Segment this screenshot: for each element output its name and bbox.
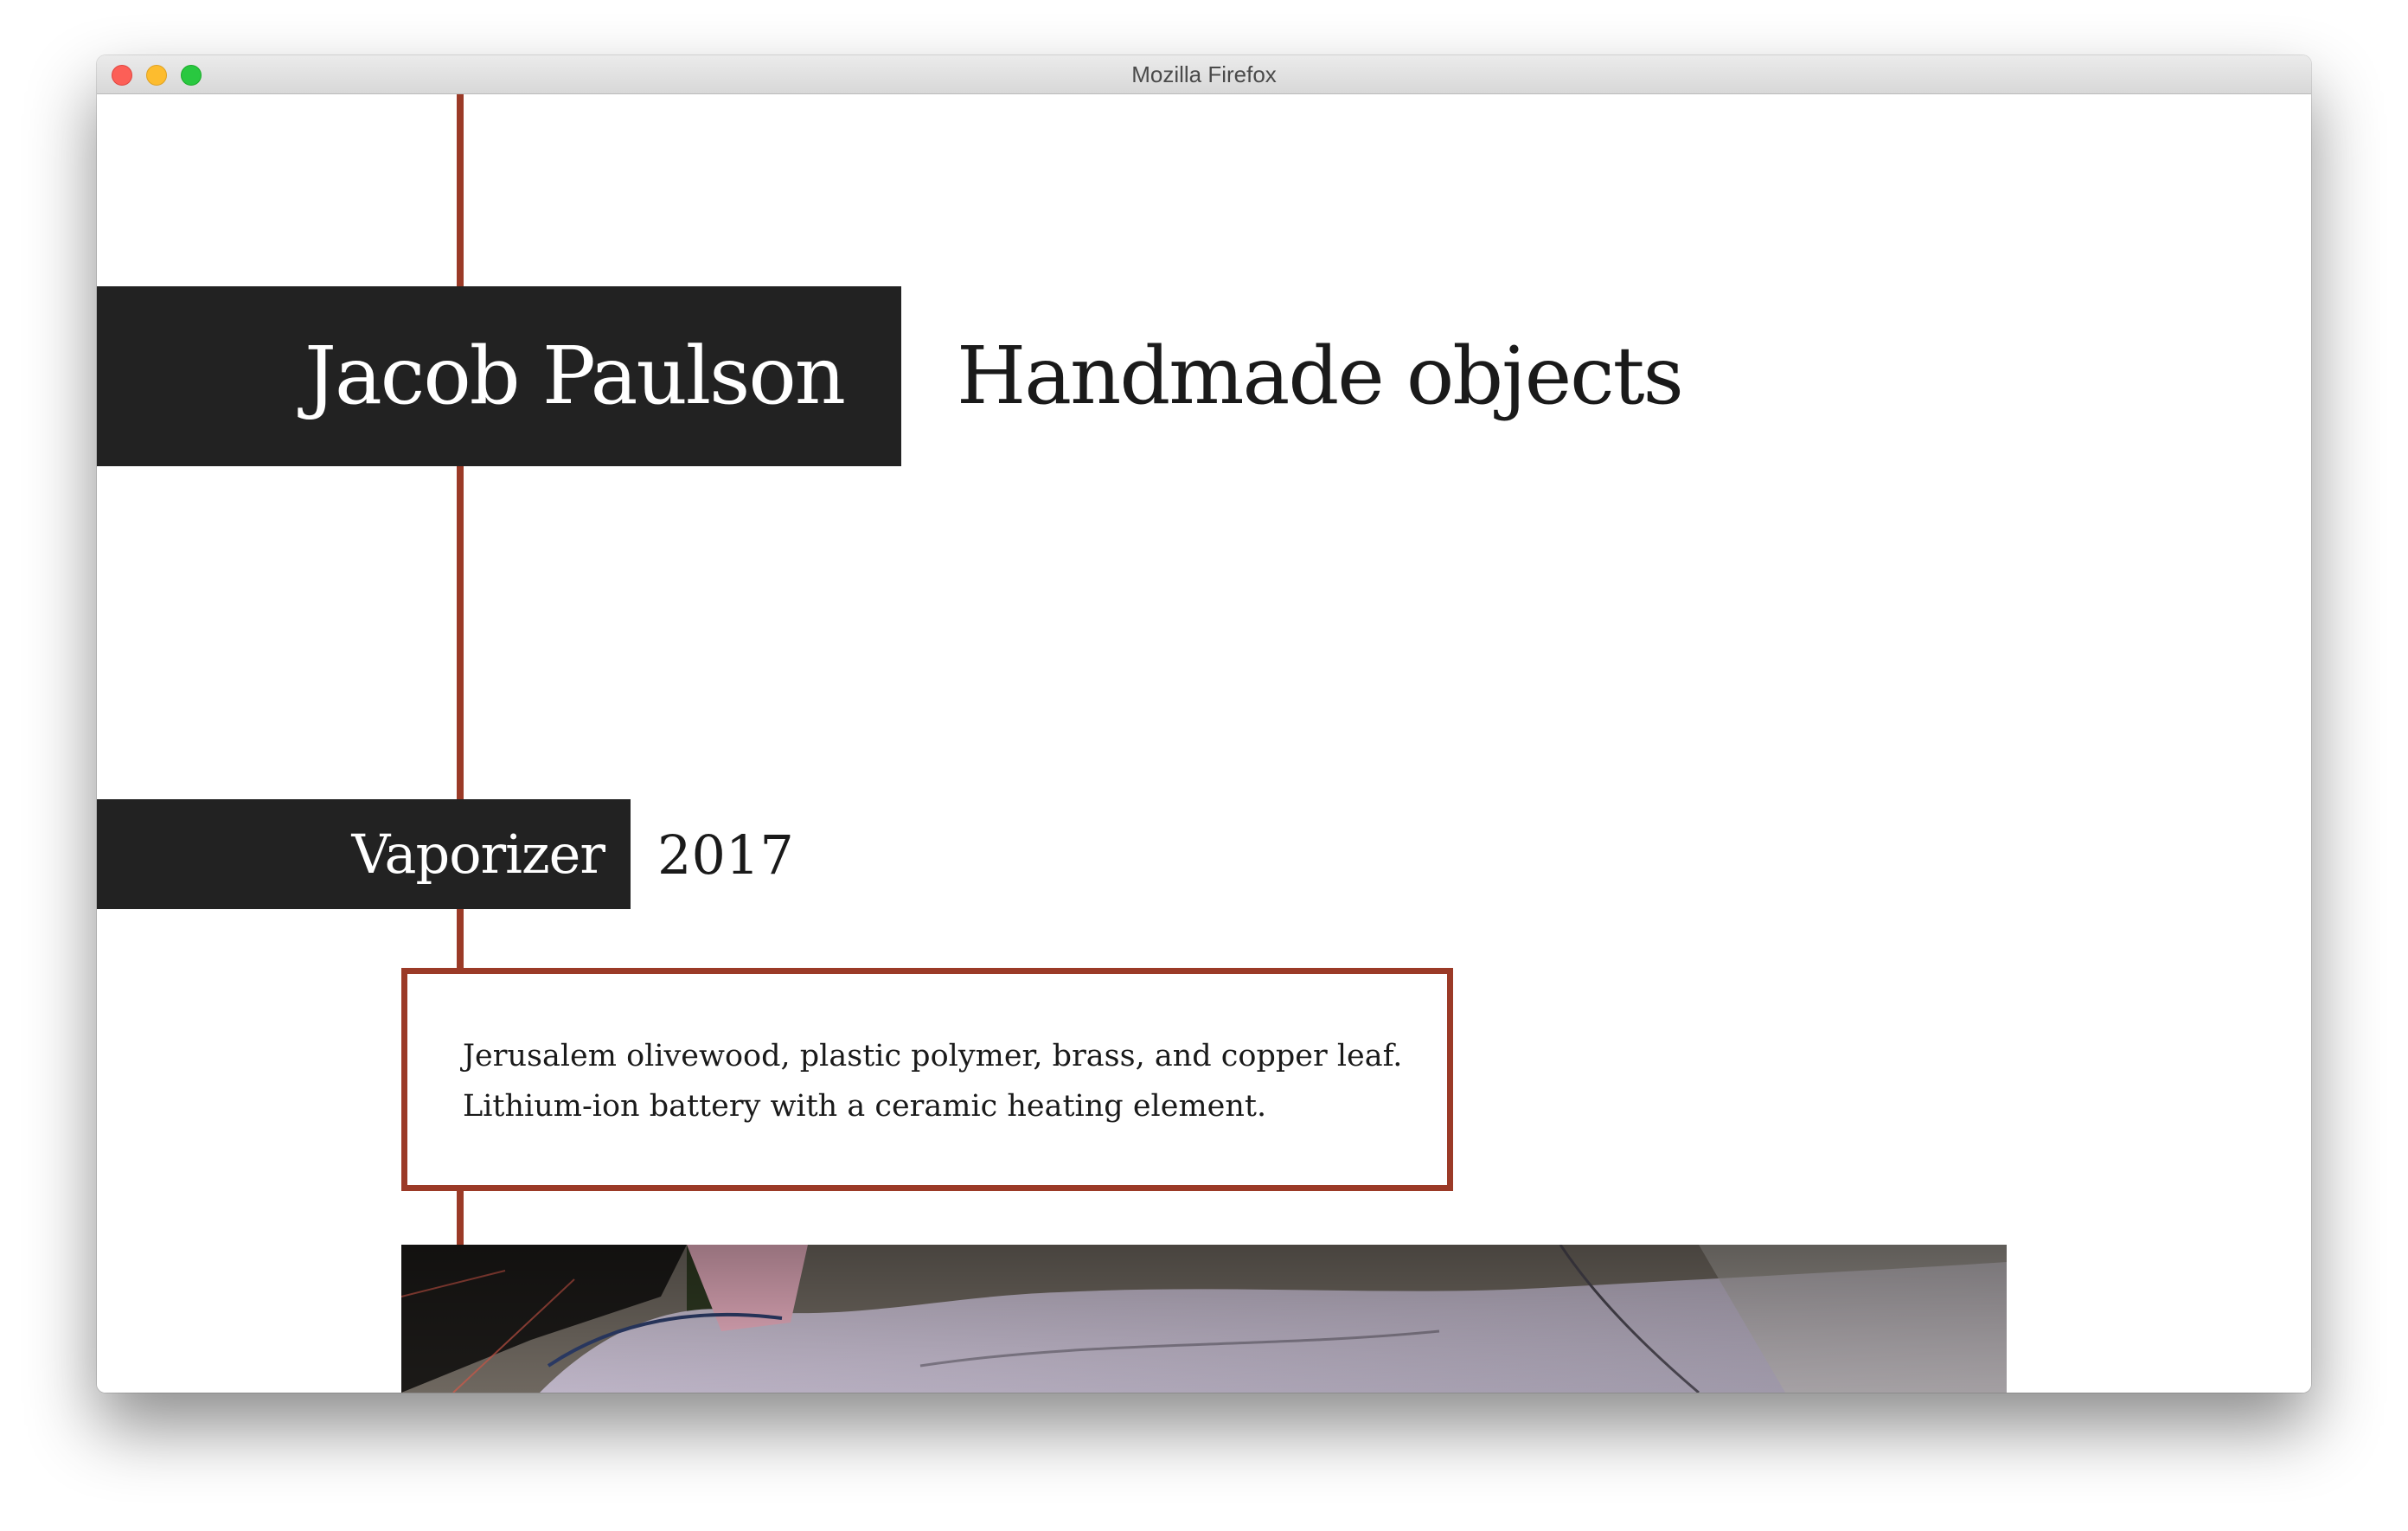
project-description-box: Jerusalem olivewood, plastic polymer, br…	[401, 968, 1453, 1191]
page-content[interactable]: Jacob Paulson Handmade objects Vaporizer…	[97, 94, 2311, 1393]
project-title: Vaporizer	[351, 823, 605, 886]
project-title-banner: Vaporizer	[97, 799, 631, 909]
browser-window: Mozilla Firefox Jacob Paulson Handmade o…	[97, 55, 2311, 1393]
project-photo	[401, 1245, 2007, 1393]
title-bar[interactable]: Mozilla Firefox	[97, 55, 2311, 94]
site-tagline: Handmade objects	[957, 330, 1684, 422]
window-title: Mozilla Firefox	[1131, 61, 1277, 87]
project-year: 2017	[657, 823, 794, 887]
project-photo-image	[401, 1245, 2007, 1393]
project-description: Jerusalem olivewood, plastic polymer, br…	[463, 1039, 1403, 1124]
name-banner: Jacob Paulson	[97, 286, 901, 466]
site-owner-name: Jacob Paulson	[304, 330, 846, 422]
